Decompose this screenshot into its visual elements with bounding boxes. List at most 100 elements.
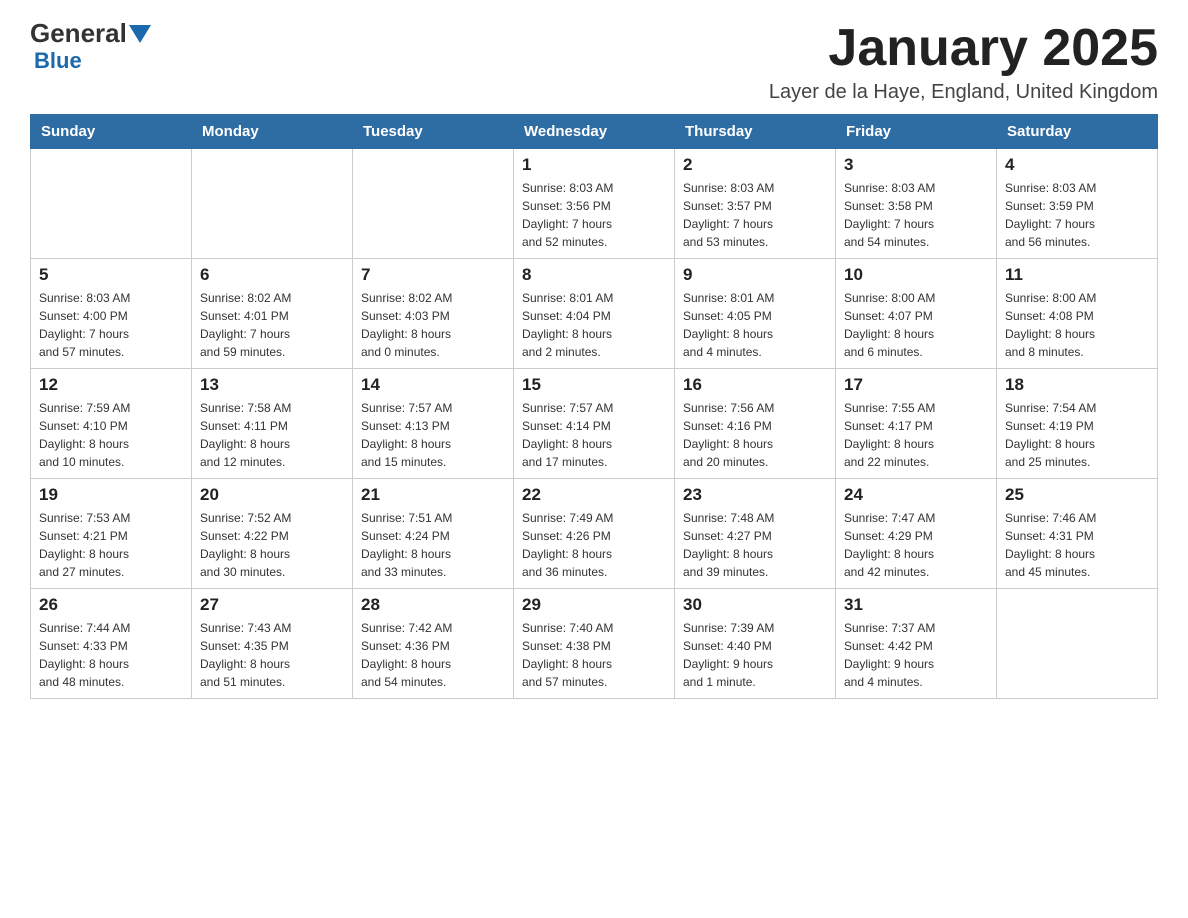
day-number: 18 xyxy=(1005,375,1149,395)
table-row: 24 Sunrise: 7:47 AMSunset: 4:29 PMDayligh… xyxy=(836,479,997,589)
table-row: 29 Sunrise: 7:40 AMSunset: 4:38 PMDayligh… xyxy=(514,589,675,699)
day-info: Sunrise: 7:49 AMSunset: 4:26 PMDaylight:… xyxy=(522,509,666,581)
table-row: 12 Sunrise: 7:59 AMSunset: 4:10 PMDayligh… xyxy=(31,369,192,479)
day-info: Sunrise: 8:03 AMSunset: 3:57 PMDaylight:… xyxy=(683,179,827,251)
day-info: Sunrise: 8:03 AMSunset: 3:58 PMDaylight:… xyxy=(844,179,988,251)
day-number: 4 xyxy=(1005,155,1149,175)
day-number: 11 xyxy=(1005,265,1149,285)
table-row: 14 Sunrise: 7:57 AMSunset: 4:13 PMDayligh… xyxy=(353,369,514,479)
day-info: Sunrise: 7:53 AMSunset: 4:21 PMDaylight:… xyxy=(39,509,183,581)
calendar-week-row: 1 Sunrise: 8:03 AMSunset: 3:56 PMDaylight… xyxy=(31,149,1158,259)
table-row: 31 Sunrise: 7:37 AMSunset: 4:42 PMDayligh… xyxy=(836,589,997,699)
table-row: 9 Sunrise: 8:01 AMSunset: 4:05 PMDaylight… xyxy=(675,259,836,369)
table-row: 13Sunrise: 7:58 AMSunset: 4:11 PMDayligh… xyxy=(192,369,353,479)
logo-triangle-icon xyxy=(129,25,151,43)
calendar-week-row: 26Sunrise: 7:44 AMSunset: 4:33 PMDayligh… xyxy=(31,589,1158,699)
day-number: 29 xyxy=(522,595,666,615)
day-number: 15 xyxy=(522,375,666,395)
calendar-header-row: Sunday Monday Tuesday Wednesday Thursday… xyxy=(31,115,1158,149)
day-number: 25 xyxy=(1005,485,1149,505)
table-row: 26Sunrise: 7:44 AMSunset: 4:33 PMDayligh… xyxy=(31,589,192,699)
day-number: 19 xyxy=(39,485,183,505)
day-info: Sunrise: 8:00 AMSunset: 4:07 PMDaylight:… xyxy=(844,289,988,361)
day-info: Sunrise: 7:46 AMSunset: 4:31 PMDaylight:… xyxy=(1005,509,1149,581)
table-row: 28Sunrise: 7:42 AMSunset: 4:36 PMDayligh… xyxy=(353,589,514,699)
day-info: Sunrise: 8:01 AMSunset: 4:05 PMDaylight:… xyxy=(683,289,827,361)
day-number: 30 xyxy=(683,595,827,615)
table-row: 10 Sunrise: 8:00 AMSunset: 4:07 PMDayligh… xyxy=(836,259,997,369)
day-number: 1 xyxy=(522,155,666,175)
col-saturday: Saturday xyxy=(997,115,1158,149)
day-number: 27 xyxy=(200,595,344,615)
table-row: 16Sunrise: 7:56 AMSunset: 4:16 PMDayligh… xyxy=(675,369,836,479)
day-info: Sunrise: 8:03 AMSunset: 4:00 PMDaylight:… xyxy=(39,289,183,361)
day-number: 7 xyxy=(361,265,505,285)
table-row: 7Sunrise: 8:02 AMSunset: 4:03 PMDaylight… xyxy=(353,259,514,369)
logo-text-blue: Blue xyxy=(34,48,82,74)
day-info: Sunrise: 7:47 AMSunset: 4:29 PMDaylight:… xyxy=(844,509,988,581)
calendar-table: Sunday Monday Tuesday Wednesday Thursday… xyxy=(30,114,1158,699)
day-number: 14 xyxy=(361,375,505,395)
day-number: 5 xyxy=(39,265,183,285)
col-sunday: Sunday xyxy=(31,115,192,149)
table-row xyxy=(31,149,192,259)
calendar-week-row: 12 Sunrise: 7:59 AMSunset: 4:10 PMDayligh… xyxy=(31,369,1158,479)
calendar-week-row: 19 Sunrise: 7:53 AMSunset: 4:21 PMDayligh… xyxy=(31,479,1158,589)
day-number: 9 xyxy=(683,265,827,285)
table-row: 21Sunrise: 7:51 AMSunset: 4:24 PMDayligh… xyxy=(353,479,514,589)
day-number: 21 xyxy=(361,485,505,505)
table-row: 4 Sunrise: 8:03 AMSunset: 3:59 PMDaylight… xyxy=(997,149,1158,259)
table-row: 11 Sunrise: 8:00 AMSunset: 4:08 PMDayligh… xyxy=(997,259,1158,369)
day-number: 24 xyxy=(844,485,988,505)
table-row: 2 Sunrise: 8:03 AMSunset: 3:57 PMDaylight… xyxy=(675,149,836,259)
day-number: 22 xyxy=(522,485,666,505)
day-number: 23 xyxy=(683,485,827,505)
table-row: 15Sunrise: 7:57 AMSunset: 4:14 PMDayligh… xyxy=(514,369,675,479)
day-number: 17 xyxy=(844,375,988,395)
title-area: January 2025 Layer de la Haye, England, … xyxy=(769,20,1158,104)
day-number: 8 xyxy=(522,265,666,285)
day-number: 12 xyxy=(39,375,183,395)
table-row: 20Sunrise: 7:52 AMSunset: 4:22 PMDayligh… xyxy=(192,479,353,589)
logo: General Blue xyxy=(30,20,151,74)
day-info: Sunrise: 7:55 AMSunset: 4:17 PMDaylight:… xyxy=(844,399,988,471)
day-info: Sunrise: 8:03 AMSunset: 3:59 PMDaylight:… xyxy=(1005,179,1149,251)
table-row: 25 Sunrise: 7:46 AMSunset: 4:31 PMDayligh… xyxy=(997,479,1158,589)
table-row: 23 Sunrise: 7:48 AMSunset: 4:27 PMDayligh… xyxy=(675,479,836,589)
day-info: Sunrise: 7:44 AMSunset: 4:33 PMDaylight:… xyxy=(39,619,183,691)
col-monday: Monday xyxy=(192,115,353,149)
day-info: Sunrise: 8:02 AMSunset: 4:01 PMDaylight:… xyxy=(200,289,344,361)
table-row: 5 Sunrise: 8:03 AMSunset: 4:00 PMDaylight… xyxy=(31,259,192,369)
day-info: Sunrise: 7:48 AMSunset: 4:27 PMDaylight:… xyxy=(683,509,827,581)
table-row xyxy=(353,149,514,259)
table-row: 19 Sunrise: 7:53 AMSunset: 4:21 PMDayligh… xyxy=(31,479,192,589)
day-info: Sunrise: 7:59 AMSunset: 4:10 PMDaylight:… xyxy=(39,399,183,471)
table-row: 30 Sunrise: 7:39 AMSunset: 4:40 PMDayligh… xyxy=(675,589,836,699)
table-row xyxy=(997,589,1158,699)
day-info: Sunrise: 8:00 AMSunset: 4:08 PMDaylight:… xyxy=(1005,289,1149,361)
col-thursday: Thursday xyxy=(675,115,836,149)
table-row: 8 Sunrise: 8:01 AMSunset: 4:04 PMDaylight… xyxy=(514,259,675,369)
table-row: 17 Sunrise: 7:55 AMSunset: 4:17 PMDayligh… xyxy=(836,369,997,479)
day-info: Sunrise: 8:03 AMSunset: 3:56 PMDaylight:… xyxy=(522,179,666,251)
table-row: 6 Sunrise: 8:02 AMSunset: 4:01 PMDaylight… xyxy=(192,259,353,369)
col-friday: Friday xyxy=(836,115,997,149)
day-info: Sunrise: 7:43 AMSunset: 4:35 PMDaylight:… xyxy=(200,619,344,691)
day-info: Sunrise: 7:54 AMSunset: 4:19 PMDaylight:… xyxy=(1005,399,1149,471)
month-title: January 2025 xyxy=(769,20,1158,77)
day-number: 31 xyxy=(844,595,988,615)
day-info: Sunrise: 7:57 AMSunset: 4:13 PMDaylight:… xyxy=(361,399,505,471)
day-info: Sunrise: 7:39 AMSunset: 4:40 PMDaylight:… xyxy=(683,619,827,691)
day-number: 2 xyxy=(683,155,827,175)
col-wednesday: Wednesday xyxy=(514,115,675,149)
day-number: 10 xyxy=(844,265,988,285)
day-number: 6 xyxy=(200,265,344,285)
day-number: 20 xyxy=(200,485,344,505)
day-info: Sunrise: 7:37 AMSunset: 4:42 PMDaylight:… xyxy=(844,619,988,691)
table-row: 22 Sunrise: 7:49 AMSunset: 4:26 PMDayligh… xyxy=(514,479,675,589)
table-row: 27 Sunrise: 7:43 AMSunset: 4:35 PMDayligh… xyxy=(192,589,353,699)
day-info: Sunrise: 7:42 AMSunset: 4:36 PMDaylight:… xyxy=(361,619,505,691)
day-info: Sunrise: 8:01 AMSunset: 4:04 PMDaylight:… xyxy=(522,289,666,361)
day-info: Sunrise: 7:40 AMSunset: 4:38 PMDaylight:… xyxy=(522,619,666,691)
col-tuesday: Tuesday xyxy=(353,115,514,149)
